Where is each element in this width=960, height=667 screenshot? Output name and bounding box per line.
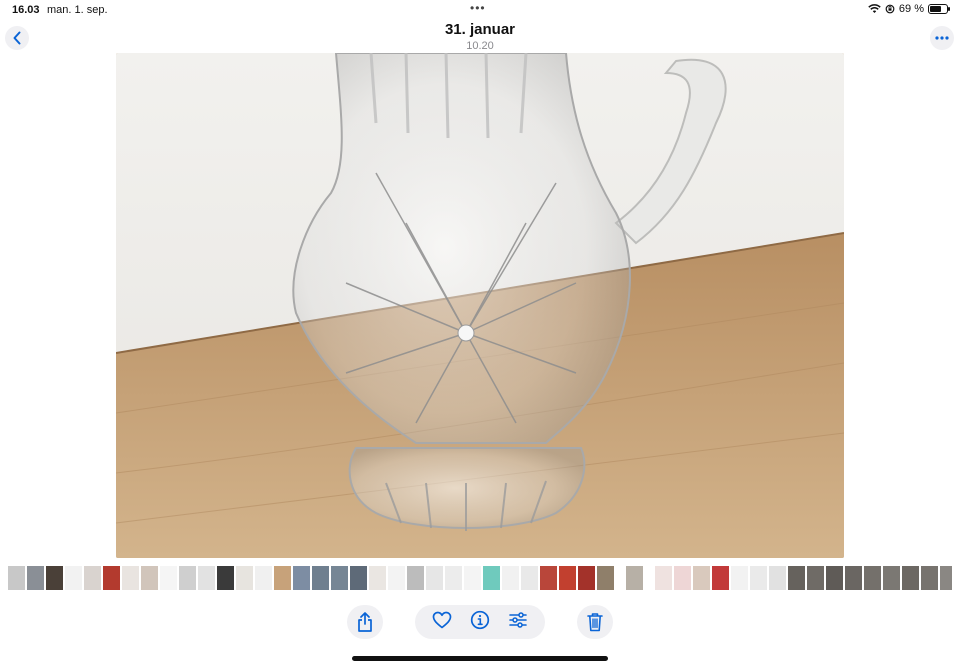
thumbnail-spacer bbox=[616, 566, 624, 590]
photo-time: 10.20 bbox=[466, 40, 494, 52]
status-time: 16.03 bbox=[12, 4, 40, 16]
thumbnail[interactable] bbox=[179, 566, 196, 590]
thumbnail[interactable] bbox=[750, 566, 767, 590]
thumbnail[interactable] bbox=[807, 566, 824, 590]
thumbnail-spacer bbox=[645, 566, 653, 590]
battery-icon bbox=[928, 4, 950, 14]
share-icon bbox=[358, 612, 372, 632]
battery-percentage: 69 % bbox=[898, 3, 924, 15]
thumbnail[interactable] bbox=[464, 566, 481, 590]
thumbnail[interactable] bbox=[141, 566, 158, 590]
thumbnail[interactable] bbox=[8, 566, 25, 590]
favorite-button[interactable] bbox=[432, 611, 452, 634]
thumbnail[interactable] bbox=[674, 566, 691, 590]
thumbnail[interactable] bbox=[255, 566, 272, 590]
thumbnail[interactable] bbox=[445, 566, 462, 590]
thumbnail[interactable] bbox=[274, 566, 291, 590]
thumbnail[interactable] bbox=[312, 566, 329, 590]
thumbnail[interactable] bbox=[65, 566, 82, 590]
thumbnail[interactable] bbox=[331, 566, 348, 590]
thumbnail[interactable] bbox=[483, 566, 500, 590]
share-button[interactable] bbox=[347, 605, 383, 639]
thumbnail[interactable] bbox=[103, 566, 120, 590]
orientation-lock-icon bbox=[885, 4, 895, 14]
thumbnail[interactable] bbox=[27, 566, 44, 590]
thumbnail[interactable] bbox=[521, 566, 538, 590]
thumbnail[interactable] bbox=[731, 566, 748, 590]
thumbnail[interactable] bbox=[160, 566, 177, 590]
ellipsis-icon bbox=[935, 36, 949, 40]
thumbnail[interactable] bbox=[940, 566, 952, 590]
main-photo[interactable] bbox=[116, 53, 844, 558]
thumbnail[interactable] bbox=[369, 566, 386, 590]
thumbnail[interactable] bbox=[540, 566, 557, 590]
thumbnail[interactable] bbox=[236, 566, 253, 590]
thumbnail[interactable] bbox=[84, 566, 101, 590]
thumbnail[interactable] bbox=[826, 566, 843, 590]
trash-icon bbox=[587, 613, 603, 632]
sliders-icon bbox=[509, 611, 527, 628]
chevron-left-icon bbox=[13, 31, 21, 45]
info-button[interactable] bbox=[470, 610, 490, 635]
thumbnail[interactable] bbox=[655, 566, 672, 590]
thumbnail[interactable] bbox=[198, 566, 215, 590]
thumbnail[interactable] bbox=[845, 566, 862, 590]
thumbnail[interactable] bbox=[769, 566, 786, 590]
thumbnail[interactable] bbox=[883, 566, 900, 590]
thumbnail[interactable] bbox=[559, 566, 576, 590]
thumbnail[interactable] bbox=[921, 566, 938, 590]
wifi-icon bbox=[868, 4, 881, 13]
thumbnail[interactable] bbox=[46, 566, 63, 590]
delete-button[interactable] bbox=[577, 605, 613, 639]
thumbnail[interactable] bbox=[693, 566, 710, 590]
thumbnail[interactable] bbox=[578, 566, 595, 590]
thumbnail[interactable] bbox=[350, 566, 367, 590]
back-button[interactable] bbox=[5, 26, 29, 50]
edit-button[interactable] bbox=[508, 611, 528, 634]
thumbnail[interactable] bbox=[388, 566, 405, 590]
thumbnail[interactable] bbox=[426, 566, 443, 590]
thumbnail[interactable] bbox=[293, 566, 310, 590]
multitasking-dots-icon[interactable]: ••• bbox=[470, 2, 486, 14]
thumbnail-strip[interactable] bbox=[8, 566, 952, 590]
status-bar: 16.03 man. 1. sep. ••• 69 % bbox=[0, 0, 960, 20]
photo-actions-group bbox=[415, 605, 545, 639]
thumbnail[interactable] bbox=[407, 566, 424, 590]
thumbnail[interactable] bbox=[122, 566, 139, 590]
heart-icon bbox=[432, 611, 452, 628]
info-icon bbox=[470, 610, 490, 629]
thumbnail[interactable] bbox=[217, 566, 234, 590]
battery-level-fill bbox=[930, 6, 942, 12]
thumbnail[interactable] bbox=[502, 566, 519, 590]
thumbnail[interactable] bbox=[902, 566, 919, 590]
thumbnail[interactable] bbox=[626, 566, 643, 590]
more-options-button[interactable] bbox=[930, 26, 954, 50]
crystal-pitcher-image bbox=[116, 53, 844, 558]
status-indicators: 69 % bbox=[868, 3, 950, 15]
thumbnail[interactable] bbox=[712, 566, 729, 590]
thumbnail[interactable] bbox=[597, 566, 614, 590]
status-date: man. 1. sep. bbox=[47, 4, 108, 16]
thumbnail[interactable] bbox=[864, 566, 881, 590]
thumbnail[interactable] bbox=[788, 566, 805, 590]
home-indicator[interactable] bbox=[352, 656, 608, 661]
photo-title: 31. januar bbox=[444, 21, 516, 38]
